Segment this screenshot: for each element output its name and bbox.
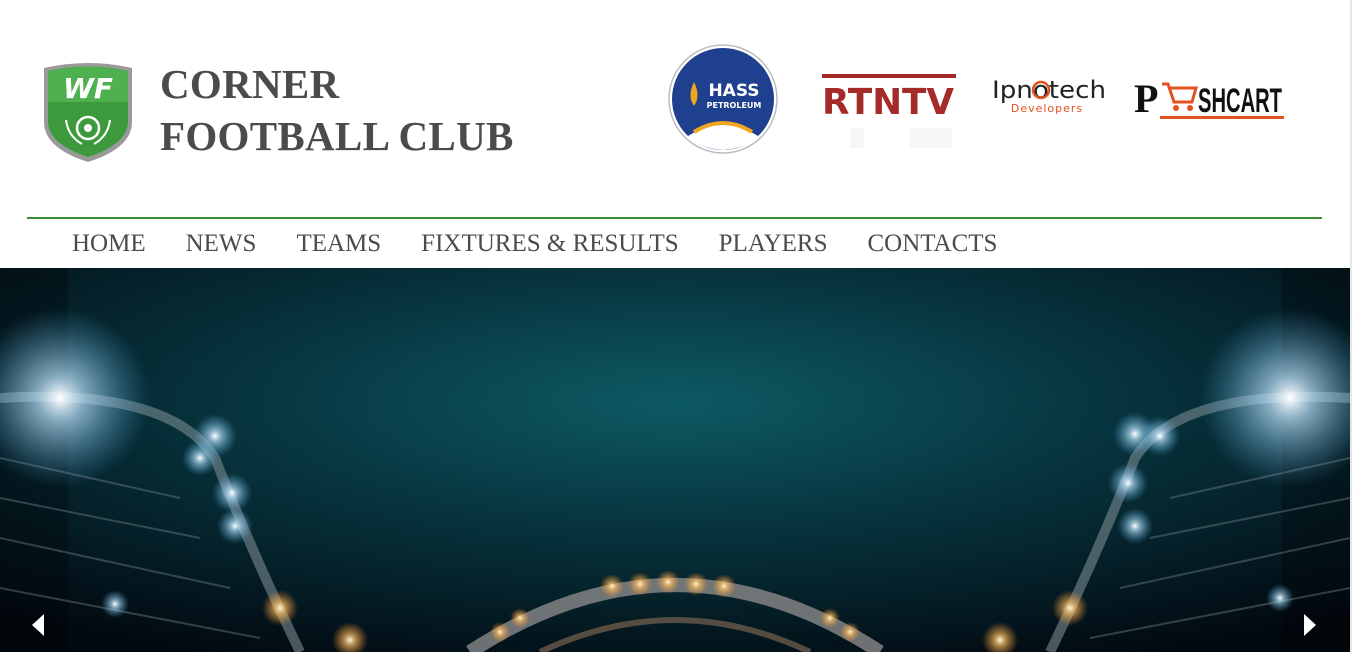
sponsor-rtn-text: RTNTV <box>822 82 954 123</box>
slider-prev-button[interactable] <box>18 606 58 646</box>
sponsor-hass-sub: PETROLEUM <box>707 101 762 110</box>
nav-item-teams[interactable]: TEAMS <box>296 222 381 266</box>
sponsor-ipnotech-sub: Developers <box>1011 102 1083 115</box>
hero-stadium-image <box>0 268 1350 652</box>
chevron-left-icon <box>32 614 44 636</box>
nav-item-fixtures-results[interactable]: FIXTURES & RESULTS <box>421 222 678 266</box>
sponsor-hass-name: HASS <box>708 81 759 101</box>
sponsor-pushcart-logo[interactable]: P SHCART <box>1134 72 1286 124</box>
nav-item-news[interactable]: NEWS <box>186 222 257 266</box>
chevron-right-icon <box>1304 614 1316 636</box>
sponsor-hass-petroleum-logo[interactable]: HASS PETROLEUM <box>668 44 778 154</box>
cart-icon <box>1162 82 1198 111</box>
sponsor-pushcart-text: SHCART <box>1198 82 1282 120</box>
club-logo[interactable]: WF <box>38 60 138 164</box>
site-header: WF CORNER FOOTBALL CLUB HASS PETROLEUM R… <box>0 0 1350 268</box>
nav-divider <box>27 217 1322 219</box>
sponsor-rtntv-logo[interactable]: RTNTV <box>820 70 960 150</box>
club-name-line2: FOOTBALL CLUB <box>160 113 514 159</box>
hero-slider <box>0 268 1350 652</box>
sponsor-ipnotech-logo[interactable]: Ipnotech Developers <box>990 72 1110 122</box>
club-name: CORNER FOOTBALL CLUB <box>160 58 514 162</box>
nav-item-players[interactable]: PLAYERS <box>719 222 828 266</box>
nav-item-home[interactable]: HOME <box>72 222 146 266</box>
slider-next-button[interactable] <box>1290 606 1330 646</box>
club-name-line1: CORNER <box>160 61 340 107</box>
nav-item-contacts[interactable]: CONTACTS <box>867 222 997 266</box>
logo-letters: WF <box>63 72 113 105</box>
main-nav: HOME NEWS TEAMS FIXTURES & RESULTS PLAYE… <box>72 222 1037 266</box>
svg-text:P: P <box>1134 76 1158 121</box>
